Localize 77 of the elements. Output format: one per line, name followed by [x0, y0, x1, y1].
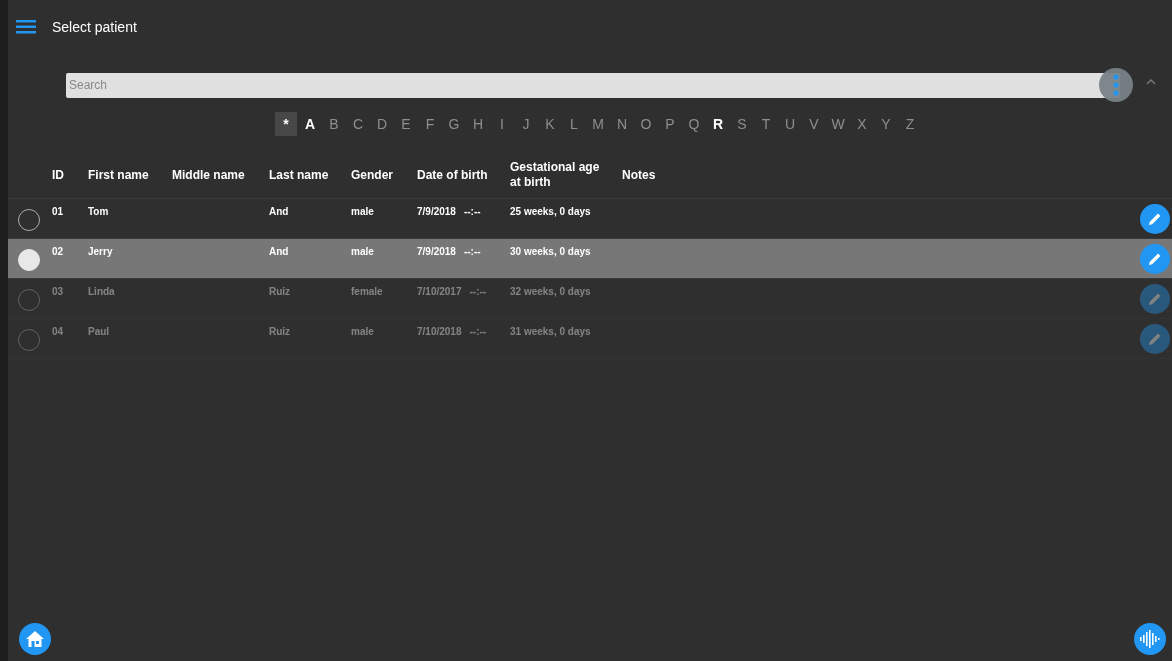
column-header: Gestational age at birth	[510, 160, 600, 190]
letter-button[interactable]: V	[803, 112, 825, 136]
menu-icon[interactable]	[16, 20, 36, 34]
letter-button[interactable]: W	[827, 112, 849, 136]
letter-button[interactable]: N	[611, 112, 633, 136]
table-cell-text: 30 weeks, 0 days	[510, 245, 592, 259]
column-header: Last name	[269, 167, 330, 183]
letter-button[interactable]: K	[539, 112, 561, 136]
sound-wave-icon	[1139, 630, 1161, 648]
table-cell-text: 01	[52, 205, 65, 219]
table-cell-text: Jerry	[88, 245, 114, 259]
table-cell: 7/9/2018	[417, 246, 456, 257]
table-cell-text: male	[351, 245, 375, 259]
pencil-icon	[1147, 211, 1163, 227]
letter-button[interactable]: O	[635, 112, 657, 136]
letter-button[interactable]: S	[731, 112, 753, 136]
column-header: ID	[52, 167, 65, 183]
letter-button[interactable]: J	[515, 112, 537, 136]
letter-button[interactable]: I	[491, 112, 513, 136]
table-cell-text: 02	[52, 245, 65, 259]
more-vertical-icon	[1113, 74, 1119, 96]
letter-button[interactable]: F	[419, 112, 441, 136]
letter-button[interactable]: A	[299, 112, 321, 136]
letter-button[interactable]: R	[707, 112, 729, 136]
table-cell-text: male	[351, 325, 375, 339]
column-header: First name	[88, 167, 150, 183]
letter-button[interactable]: U	[779, 112, 801, 136]
table-cell-text: And	[269, 205, 290, 219]
pencil-icon	[1147, 331, 1163, 347]
more-button[interactable]	[1099, 68, 1133, 102]
table-cell: --:--	[469, 286, 487, 297]
table-cell: 7/10/2018	[417, 326, 462, 337]
letter-button[interactable]: D	[371, 112, 393, 136]
column-header: Gender	[351, 167, 394, 183]
column-header: Date of birth	[417, 167, 489, 183]
pencil-icon	[1147, 251, 1163, 267]
table-cell: 7/9/2018	[417, 206, 456, 217]
letter-button[interactable]: E	[395, 112, 417, 136]
page-title: Select patient	[52, 19, 137, 35]
letter-button[interactable]: Q	[683, 112, 705, 136]
table-cell-text: 31 weeks, 0 days	[510, 325, 592, 339]
letter-button[interactable]: H	[467, 112, 489, 136]
letter-button[interactable]: P	[659, 112, 681, 136]
letter-button[interactable]: Z	[899, 112, 921, 136]
table-cell-text: And	[269, 245, 290, 259]
table-cell: 7/10/2017	[417, 286, 462, 297]
home-icon	[25, 630, 45, 648]
table-cell-text: Ruiz	[269, 325, 292, 339]
letter-button[interactable]: L	[563, 112, 585, 136]
column-header: Middle name	[172, 167, 246, 183]
chevron-up-icon[interactable]	[1146, 79, 1156, 85]
sound-wave-button[interactable]	[1134, 623, 1166, 655]
letter-button[interactable]: M	[587, 112, 609, 136]
letter-button[interactable]: C	[347, 112, 369, 136]
table-cell: --:--	[463, 246, 481, 257]
table-cell-text: Ruiz	[269, 285, 292, 299]
letter-button[interactable]: *	[275, 112, 297, 136]
letter-button[interactable]: G	[443, 112, 465, 136]
letter-button[interactable]: Y	[875, 112, 897, 136]
table-cell-text: 04	[52, 325, 65, 339]
table-cell-text: male	[351, 205, 375, 219]
table-cell-text: Paul	[88, 325, 111, 339]
table-cell-text: 03	[52, 285, 65, 299]
table-cell: --:--	[463, 206, 481, 217]
letter-button[interactable]: X	[851, 112, 873, 136]
table-cell: --:--	[469, 326, 487, 337]
letter-button[interactable]: B	[323, 112, 345, 136]
column-header: Notes	[622, 167, 657, 183]
table-cell-text: 25 weeks, 0 days	[510, 205, 592, 219]
letter-button[interactable]: T	[755, 112, 777, 136]
edit-button[interactable]	[1140, 204, 1170, 234]
table-cell-text: Tom	[88, 205, 110, 219]
home-button[interactable]	[19, 623, 51, 655]
table-cell-text: Linda	[88, 285, 116, 299]
pencil-icon	[1147, 291, 1163, 307]
table-cell-text: 32 weeks, 0 days	[510, 285, 592, 299]
table-cell-text: female	[351, 285, 384, 299]
